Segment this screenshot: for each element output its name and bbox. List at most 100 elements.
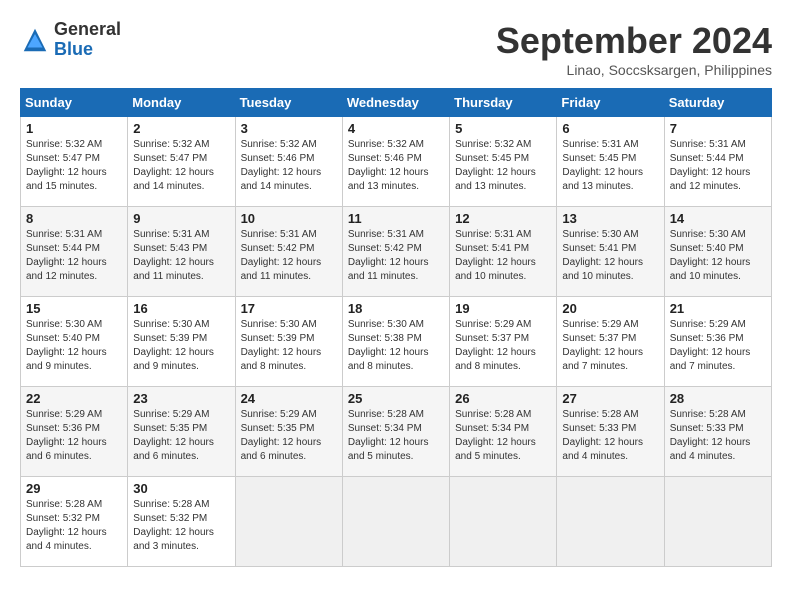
calendar-week-row: 22 Sunrise: 5:29 AMSunset: 5:36 PMDayligh… (21, 387, 772, 477)
day-info: Sunrise: 5:28 AMSunset: 5:33 PMDaylight:… (562, 408, 658, 464)
calendar-week-row: 29 Sunrise: 5:28 AMSunset: 5:32 PMDayligh… (21, 477, 772, 567)
calendar-cell: 20 Sunrise: 5:29 AMSunset: 5:37 PMDayligh… (557, 297, 664, 387)
day-info: Sunrise: 5:28 AMSunset: 5:34 PMDaylight:… (348, 408, 444, 464)
day-number: 2 (133, 121, 229, 136)
day-number: 24 (241, 391, 337, 406)
calendar-cell: 11 Sunrise: 5:31 AMSunset: 5:42 PMDayligh… (342, 207, 449, 297)
day-number: 15 (26, 301, 122, 316)
calendar-cell: 5 Sunrise: 5:32 AMSunset: 5:45 PMDaylight… (450, 117, 557, 207)
title-area: September 2024 Linao, Soccsksargen, Phil… (496, 20, 772, 78)
day-number: 23 (133, 391, 229, 406)
day-info: Sunrise: 5:31 AMSunset: 5:44 PMDaylight:… (670, 138, 766, 194)
day-number: 12 (455, 211, 551, 226)
calendar-cell: 25 Sunrise: 5:28 AMSunset: 5:34 PMDayligh… (342, 387, 449, 477)
day-info: Sunrise: 5:31 AMSunset: 5:42 PMDaylight:… (348, 228, 444, 284)
day-number: 26 (455, 391, 551, 406)
calendar-cell: 16Sunrise: 5:30 AMSunset: 5:39 PMDayligh… (128, 297, 235, 387)
calendar-cell: 4Sunrise: 5:32 AMSunset: 5:46 PMDaylight… (342, 117, 449, 207)
day-info: Sunrise: 5:32 AMSunset: 5:46 PMDaylight:… (241, 138, 337, 194)
day-number: 5 (455, 121, 551, 136)
logo-text: General Blue (54, 20, 121, 60)
day-info: Sunrise: 5:30 AMSunset: 5:40 PMDaylight:… (670, 228, 766, 284)
calendar-cell: 24 Sunrise: 5:29 AMSunset: 5:35 PMDayligh… (235, 387, 342, 477)
calendar-cell: 26 Sunrise: 5:28 AMSunset: 5:34 PMDayligh… (450, 387, 557, 477)
day-number: 29 (26, 481, 122, 496)
day-number: 13 (562, 211, 658, 226)
day-number: 7 (670, 121, 766, 136)
page-header: General Blue September 2024 Linao, Soccs… (20, 20, 772, 78)
day-number: 21 (670, 301, 766, 316)
weekday-header-sunday: Sunday (21, 89, 128, 117)
day-number: 27 (562, 391, 658, 406)
day-number: 22 (26, 391, 122, 406)
day-info: Sunrise: 5:29 AMSunset: 5:37 PMDaylight:… (562, 318, 658, 374)
calendar-week-row: 8 Sunrise: 5:31 AMSunset: 5:44 PMDaylight… (21, 207, 772, 297)
calendar-week-row: 1Sunrise: 5:32 AMSunset: 5:47 PMDaylight… (21, 117, 772, 207)
day-number: 3 (241, 121, 337, 136)
day-number: 25 (348, 391, 444, 406)
day-info: Sunrise: 5:29 AMSunset: 5:36 PMDaylight:… (670, 318, 766, 374)
calendar-cell: 7 Sunrise: 5:31 AMSunset: 5:44 PMDaylight… (664, 117, 771, 207)
day-info: Sunrise: 5:28 AMSunset: 5:34 PMDaylight:… (455, 408, 551, 464)
day-info: Sunrise: 5:30 AMSunset: 5:40 PMDaylight:… (26, 318, 122, 374)
day-number: 28 (670, 391, 766, 406)
calendar-cell: 3 Sunrise: 5:32 AMSunset: 5:46 PMDaylight… (235, 117, 342, 207)
day-info: Sunrise: 5:29 AMSunset: 5:35 PMDaylight:… (241, 408, 337, 464)
calendar-cell: 17Sunrise: 5:30 AMSunset: 5:39 PMDayligh… (235, 297, 342, 387)
logo: General Blue (20, 20, 121, 60)
weekday-header-thursday: Thursday (450, 89, 557, 117)
logo-icon (20, 25, 50, 55)
weekday-header-row: SundayMondayTuesdayWednesdayThursdayFrid… (21, 89, 772, 117)
day-info: Sunrise: 5:31 AMSunset: 5:45 PMDaylight:… (562, 138, 658, 194)
day-number: 30 (133, 481, 229, 496)
day-info: Sunrise: 5:31 AMSunset: 5:42 PMDaylight:… (241, 228, 337, 284)
day-info: Sunrise: 5:30 AMSunset: 5:38 PMDaylight:… (348, 318, 444, 374)
calendar-table: SundayMondayTuesdayWednesdayThursdayFrid… (20, 88, 772, 567)
calendar-cell: 23 Sunrise: 5:29 AMSunset: 5:35 PMDayligh… (128, 387, 235, 477)
day-number: 6 (562, 121, 658, 136)
day-info: Sunrise: 5:29 AMSunset: 5:37 PMDaylight:… (455, 318, 551, 374)
calendar-body: 1Sunrise: 5:32 AMSunset: 5:47 PMDaylight… (21, 117, 772, 567)
day-info: Sunrise: 5:30 AMSunset: 5:39 PMDaylight:… (133, 318, 229, 374)
day-info: Sunrise: 5:31 AMSunset: 5:44 PMDaylight:… (26, 228, 122, 284)
day-info: Sunrise: 5:29 AMSunset: 5:36 PMDaylight:… (26, 408, 122, 464)
day-number: 10 (241, 211, 337, 226)
calendar-cell: 14 Sunrise: 5:30 AMSunset: 5:40 PMDayligh… (664, 207, 771, 297)
calendar-cell (664, 477, 771, 567)
day-info: Sunrise: 5:30 AMSunset: 5:41 PMDaylight:… (562, 228, 658, 284)
calendar-cell: 8 Sunrise: 5:31 AMSunset: 5:44 PMDaylight… (21, 207, 128, 297)
location-title: Linao, Soccsksargen, Philippines (496, 62, 772, 78)
calendar-cell (557, 477, 664, 567)
calendar-cell: 9 Sunrise: 5:31 AMSunset: 5:43 PMDaylight… (128, 207, 235, 297)
calendar-cell: 30 Sunrise: 5:28 AMSunset: 5:32 PMDayligh… (128, 477, 235, 567)
calendar-cell: 29Sunrise: 5:28 AMSunset: 5:32 PMDayligh… (21, 477, 128, 567)
day-number: 14 (670, 211, 766, 226)
day-info: Sunrise: 5:28 AMSunset: 5:32 PMDaylight:… (133, 498, 229, 554)
day-number: 11 (348, 211, 444, 226)
day-number: 20 (562, 301, 658, 316)
weekday-header-wednesday: Wednesday (342, 89, 449, 117)
calendar-cell: 15 Sunrise: 5:30 AMSunset: 5:40 PMDayligh… (21, 297, 128, 387)
day-info: Sunrise: 5:32 AMSunset: 5:47 PMDaylight:… (26, 138, 122, 194)
day-info: Sunrise: 5:32 AMSunset: 5:45 PMDaylight:… (455, 138, 551, 194)
calendar-cell: 10 Sunrise: 5:31 AMSunset: 5:42 PMDayligh… (235, 207, 342, 297)
calendar-cell (450, 477, 557, 567)
calendar-week-row: 15 Sunrise: 5:30 AMSunset: 5:40 PMDayligh… (21, 297, 772, 387)
calendar-cell (342, 477, 449, 567)
calendar-cell: 18 Sunrise: 5:30 AMSunset: 5:38 PMDayligh… (342, 297, 449, 387)
day-number: 18 (348, 301, 444, 316)
weekday-header-saturday: Saturday (664, 89, 771, 117)
day-number: 19 (455, 301, 551, 316)
calendar-cell: 1Sunrise: 5:32 AMSunset: 5:47 PMDaylight… (21, 117, 128, 207)
day-info: Sunrise: 5:30 AMSunset: 5:39 PMDaylight:… (241, 318, 337, 374)
day-number: 8 (26, 211, 122, 226)
calendar-cell: 2 Sunrise: 5:32 AMSunset: 5:47 PMDaylight… (128, 117, 235, 207)
weekday-header-friday: Friday (557, 89, 664, 117)
weekday-header-monday: Monday (128, 89, 235, 117)
calendar-cell: 12Sunrise: 5:31 AMSunset: 5:41 PMDayligh… (450, 207, 557, 297)
day-info: Sunrise: 5:29 AMSunset: 5:35 PMDaylight:… (133, 408, 229, 464)
day-info: Sunrise: 5:32 AMSunset: 5:47 PMDaylight:… (133, 138, 229, 194)
day-info: Sunrise: 5:31 AMSunset: 5:43 PMDaylight:… (133, 228, 229, 284)
day-info: Sunrise: 5:28 AMSunset: 5:33 PMDaylight:… (670, 408, 766, 464)
day-number: 9 (133, 211, 229, 226)
